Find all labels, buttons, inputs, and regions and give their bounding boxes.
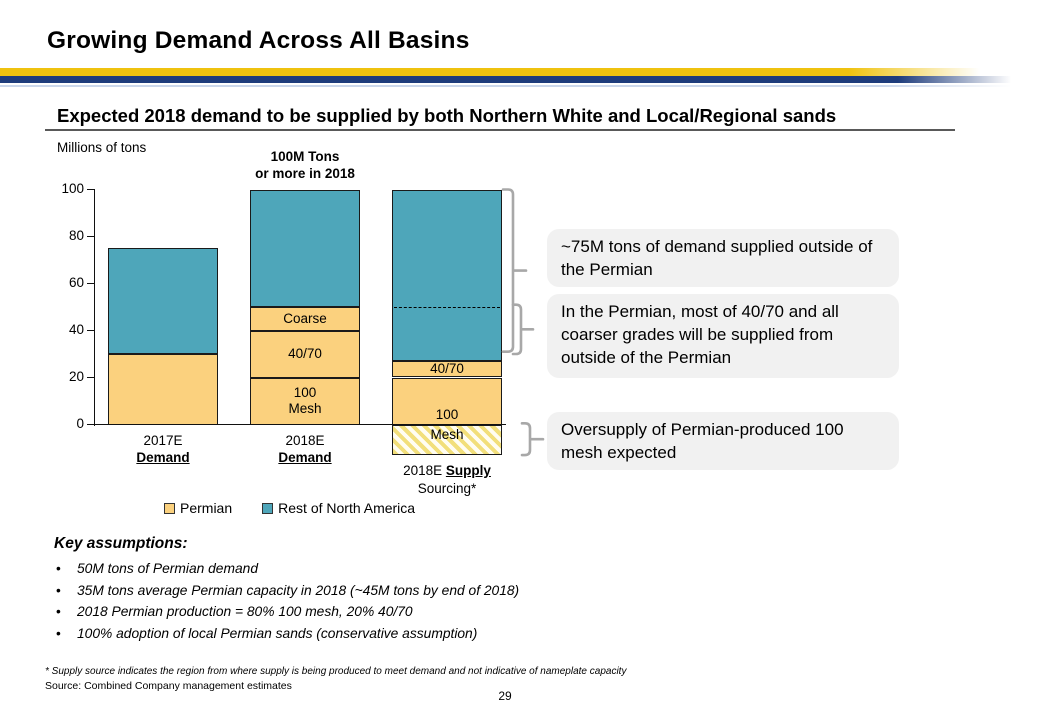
legend-item: Rest of North America	[262, 500, 415, 516]
legend-label: Rest of North America	[278, 500, 415, 516]
y-tick-label: 20	[38, 369, 84, 384]
legend-swatch-icon	[164, 503, 175, 514]
y-axis	[94, 189, 96, 426]
bar-segment	[392, 190, 502, 362]
callout-demand-outside-permian: ~75M tons of demand supplied outside of …	[547, 229, 899, 287]
bar-segment: Coarse	[250, 307, 360, 331]
x-axis-label: 2017EDemand	[83, 432, 243, 467]
bar-segment	[250, 190, 360, 308]
bar-segment-label: 40/70	[430, 360, 464, 378]
legend-label: Permian	[180, 500, 232, 516]
x-axis-label: 2018E SupplySourcing*	[367, 462, 527, 497]
bar-segment	[108, 354, 218, 425]
y-tick-label: 40	[38, 322, 84, 337]
slide: Growing Demand Across All Basins Expecte…	[0, 0, 1040, 720]
chart-annotation: 100M Tons or more in 2018	[220, 149, 390, 182]
bar-segment-label: 100	[436, 406, 459, 424]
callout-oversupply-100-mesh: Oversupply of Permian-produced 100 mesh …	[547, 412, 899, 470]
bar-segment-label: Mesh	[430, 426, 463, 444]
bar-segment: 40/70	[250, 331, 360, 378]
x-axis-label: 2018EDemand	[225, 432, 385, 467]
callout-permian-coarse-grades: In the Permian, most of 40/70 and all co…	[547, 294, 899, 378]
y-tick-label: 80	[38, 228, 84, 243]
bar-segment: 100	[392, 378, 502, 425]
x-axis	[94, 424, 506, 426]
bar-segment	[108, 248, 218, 354]
bar-segment-label: 100 Mesh	[288, 384, 321, 418]
bar-segment: 40/70	[392, 361, 502, 377]
bar-segment: Mesh	[392, 425, 502, 456]
legend-swatch-icon	[262, 503, 273, 514]
legend-item: Permian	[164, 500, 232, 516]
bar-segment: 100 Mesh	[250, 378, 360, 425]
y-tick-label: 100	[38, 181, 84, 196]
bar-segment-label: Coarse	[283, 310, 327, 328]
y-tick-label: 0	[38, 416, 84, 431]
chart-legend: Permian Rest of North America	[164, 500, 415, 516]
bar-segment-label: 40/70	[288, 345, 322, 363]
y-tick-label: 60	[38, 275, 84, 290]
dashed-threshold-line	[394, 307, 500, 308]
